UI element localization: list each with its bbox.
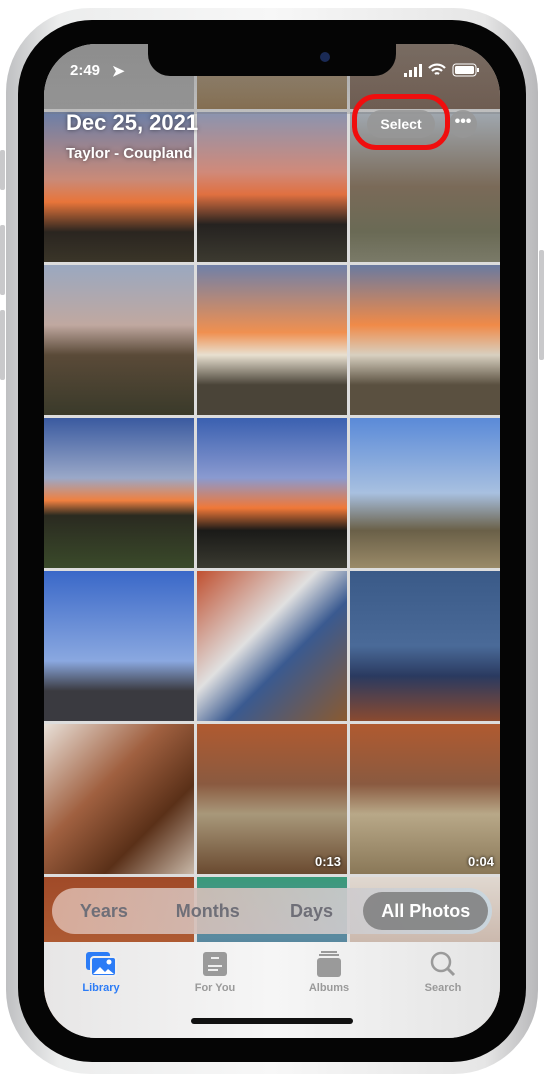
photo-thumbnail[interactable] [44,265,194,415]
photo-thumbnail[interactable] [197,418,347,568]
volume-down-button [0,310,5,380]
photo-thumbnail[interactable] [197,112,347,262]
photo-thumbnail[interactable] [350,418,500,568]
clock: 2:49 [70,62,101,79]
wifi-icon [428,63,446,75]
photo-thumbnail[interactable]: 0:13 [197,724,347,874]
albums-icon [317,951,341,977]
home-indicator [191,1018,353,1024]
tab-label: Search [424,982,462,994]
segment-days[interactable]: Days [260,901,364,922]
battery-icon [452,63,479,77]
photo-thumbnail[interactable] [350,265,500,415]
mute-switch [0,150,5,190]
date-heading: Dec 25, 2021 [66,110,199,135]
tab-label: Albums [308,982,350,994]
location-subtitle: Taylor - Coupland [66,145,193,162]
photo-thumbnail[interactable] [44,418,194,568]
photo-thumbnail[interactable]: 0:04 [350,724,500,874]
tab-library[interactable]: Library [44,942,158,1038]
tab-search[interactable]: Search [386,942,500,1038]
photo-thumbnail[interactable] [350,571,500,721]
photo-thumbnail[interactable] [44,724,194,874]
photo-thumbnail[interactable] [197,571,347,721]
photo-thumbnail[interactable] [197,265,347,415]
location-arrow-icon: ➤ [112,63,125,80]
video-duration: 0:04 [467,854,494,869]
highlight-ring [352,94,450,150]
search-icon [430,951,456,977]
tab-label: For You [194,982,236,994]
photo-library-icon [86,952,117,977]
camera [320,52,330,62]
tab-label: Library [82,982,120,994]
segment-months[interactable]: Months [156,901,260,922]
segment-all-photos[interactable]: All Photos [363,892,489,930]
video-duration: 0:13 [314,854,341,869]
signal-icon [404,64,422,77]
view-segmented-control: Years Months Days All Photos [52,888,492,934]
segment-years[interactable]: Years [52,901,156,922]
side-button [539,250,544,360]
status-bar: 2:49 ➤ [44,62,500,82]
photo-thumbnail[interactable] [44,571,194,721]
for-you-icon [203,952,227,976]
more-options-button[interactable]: ••• [449,110,477,138]
volume-up-button [0,225,5,295]
screen: 0:13 0:04 2:49 ➤ Dec 25, 2021 Taylor - Co… [44,44,500,1038]
